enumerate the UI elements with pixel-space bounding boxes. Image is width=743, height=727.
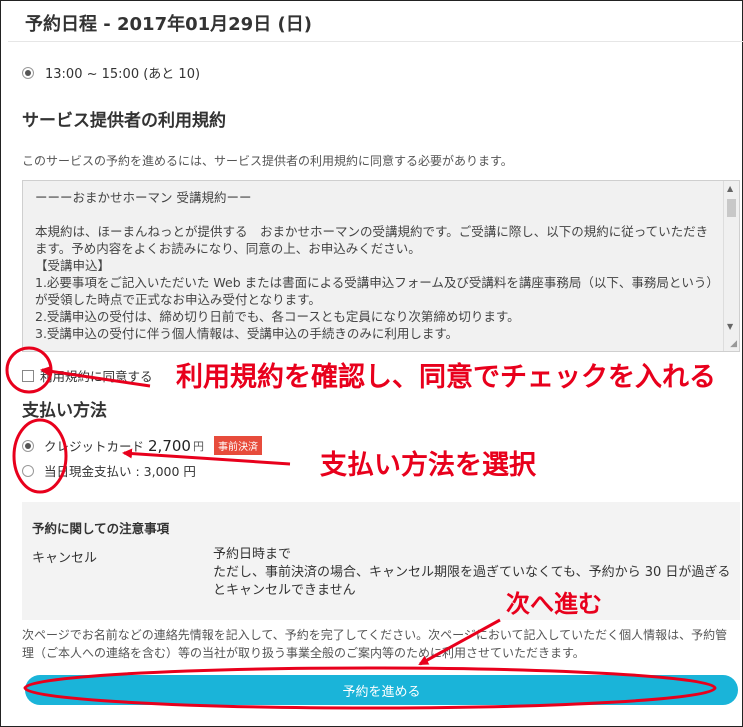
personal-info-note: 次ページでお名前などの連絡先情報を記入して、予約を完了してください。次ページにお… [22, 628, 728, 660]
proceed-reservation-button[interactable]: 予約を進める [25, 675, 738, 705]
scroll-thumb[interactable] [727, 199, 736, 217]
annotation-payment-text: 支払い方法を選択 [320, 450, 536, 481]
annotation-check-text: 利用規約を確認し、同意でチェックを入れる [176, 362, 716, 393]
credit-card-price: 2,700 [148, 436, 191, 455]
time-slot-label: 13:00 ~ 15:00 (あと 10) [45, 67, 201, 82]
credit-card-label: クレジットカード [44, 439, 145, 454]
cash-radio[interactable] [22, 464, 34, 477]
agree-terms-option[interactable]: 利用規約に同意する [22, 366, 153, 385]
time-slot-option[interactable]: 13:00 ~ 15:00 (あと 10) [22, 63, 200, 82]
payment-option-credit-card[interactable]: クレジットカード 2,700 円 事前決済 [22, 436, 262, 455]
terms-description: このサービスの予約を進めるには、サービス提供者の利用規約に同意する必要があります… [22, 154, 513, 168]
notice-title: 予約に関しての注意事項 [32, 521, 170, 536]
terms-textarea[interactable]: ーーーおまかせホーマン 受講規約ーー 本規約は、ほーまんねっとが提供する おまか… [22, 180, 740, 352]
header: 予約日程 - 2017年01月29日 (日) [8, 0, 743, 42]
cancel-label: キャンセル [32, 551, 98, 566]
credit-card-price-unit: 円 [192, 439, 204, 453]
scroll-down-icon[interactable]: ▼ [727, 322, 733, 331]
terms-text: ーーーおまかせホーマン 受講規約ーー 本規約は、ほーまんねっとが提供する おまか… [35, 190, 713, 341]
terms-scrollbar[interactable]: ▲ ▼ [723, 181, 739, 351]
page-title: 予約日程 - 2017年01月29日 (日) [25, 14, 312, 35]
scroll-up-icon[interactable]: ▲ [727, 184, 733, 193]
payment-option-cash[interactable]: 当日現金支払い : 3,000 円 [22, 461, 196, 480]
cancel-policy-text: 予約日時まで ただし、事前決済の場合、キャンセル期限を過ぎていなくても、予約から… [213, 547, 731, 598]
credit-card-radio[interactable] [22, 439, 34, 452]
terms-heading: サービス提供者の利用規約 [22, 111, 226, 131]
annotation-next-text: 次へ進む [506, 590, 602, 618]
resize-grip-icon[interactable]: ◢ [730, 339, 737, 349]
notice-box: 予約に関しての注意事項 キャンセル 予約日時まで ただし、事前決済の場合、キャン… [22, 502, 740, 620]
cash-label: 当日現金支払い : 3,000 円 [44, 464, 196, 479]
agree-terms-checkbox[interactable] [22, 369, 34, 382]
prepayment-badge: 事前決済 [213, 436, 262, 455]
agree-terms-label: 利用規約に同意する [40, 369, 153, 384]
time-slot-radio[interactable] [22, 66, 34, 79]
payment-heading: 支払い方法 [22, 401, 107, 421]
